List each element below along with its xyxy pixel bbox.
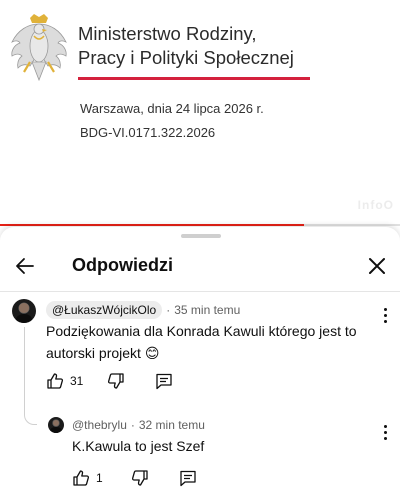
like-button[interactable]: 31	[46, 372, 83, 390]
ministry-name: Ministerstwo Rodziny, Pracy i Polityki S…	[78, 22, 294, 70]
reply-actions: 1	[72, 469, 197, 487]
thread-connector	[24, 327, 37, 425]
reply-time: 32 min temu	[138, 418, 205, 432]
avatar[interactable]	[48, 417, 64, 433]
ministry-red-rule	[78, 77, 310, 80]
panel-header: Odpowiedzi	[0, 243, 400, 291]
close-button[interactable]	[362, 251, 392, 281]
comment-text: Podziękowania dla Konrada Kawuli którego…	[46, 323, 357, 361]
video-progress-bar[interactable]	[0, 224, 400, 226]
dislike-button[interactable]	[131, 469, 149, 487]
channel-watermark: InfoO	[357, 198, 394, 212]
dislike-button[interactable]	[107, 372, 125, 390]
comment-meta: @ŁukaszWójcikOlo · 35 min temu	[46, 301, 240, 319]
header-divider	[0, 291, 400, 292]
reply-author[interactable]: @thebrylu	[72, 418, 127, 432]
thumbs-up-icon	[73, 470, 90, 486]
like-button[interactable]: 1	[72, 469, 103, 487]
avatar[interactable]	[12, 299, 36, 323]
reply-more-button[interactable]	[376, 420, 394, 444]
document-reference: BDG-VI.0171.322.2026	[80, 125, 216, 140]
panel-title: Odpowiedzi	[72, 255, 173, 275]
meta-separator: ·	[130, 418, 135, 432]
document-place-date: Warszawa, dnia 24 lipca 2026 r.	[80, 101, 264, 116]
close-icon	[369, 258, 385, 274]
polish-eagle-emblem	[11, 14, 67, 82]
drag-handle[interactable]	[181, 234, 221, 238]
document-header: Warszawa, dnia 24 lipca 2026 r. BDG-VI.0…	[80, 97, 264, 145]
replies-panel: Odpowiedzi @ŁukaszWójcikOlo · 35 min tem…	[0, 227, 400, 504]
reply-text: K.Kawula to jest Szef	[72, 438, 205, 454]
thumbs-down-icon	[108, 373, 125, 389]
arrow-left-icon	[16, 258, 34, 274]
comment-icon	[180, 470, 196, 487]
thumbs-up-icon	[47, 373, 64, 389]
reply-button[interactable]	[155, 372, 173, 390]
comment-time: 35 min temu	[174, 303, 241, 317]
comment-author[interactable]: @ŁukaszWójcikOlo	[46, 301, 163, 319]
ministry-name-line2: Pracy i Polityki Społecznej	[78, 47, 294, 68]
video-progress-fill	[0, 224, 304, 226]
comment-actions: 31	[46, 372, 173, 390]
comment-icon	[156, 373, 173, 390]
reply-button[interactable]	[179, 469, 197, 487]
thumbs-down-icon	[131, 470, 148, 486]
reply-meta: @thebrylu · 32 min temu	[72, 418, 205, 432]
ministry-name-line1: Ministerstwo Rodziny,	[78, 23, 257, 44]
like-count: 1	[96, 471, 103, 485]
back-button[interactable]	[10, 251, 40, 281]
meta-separator: ·	[166, 303, 171, 317]
like-count: 31	[70, 374, 84, 388]
comment-more-button[interactable]	[376, 303, 394, 327]
video-player[interactable]: Ministerstwo Rodziny, Pracy i Polityki S…	[0, 0, 400, 226]
